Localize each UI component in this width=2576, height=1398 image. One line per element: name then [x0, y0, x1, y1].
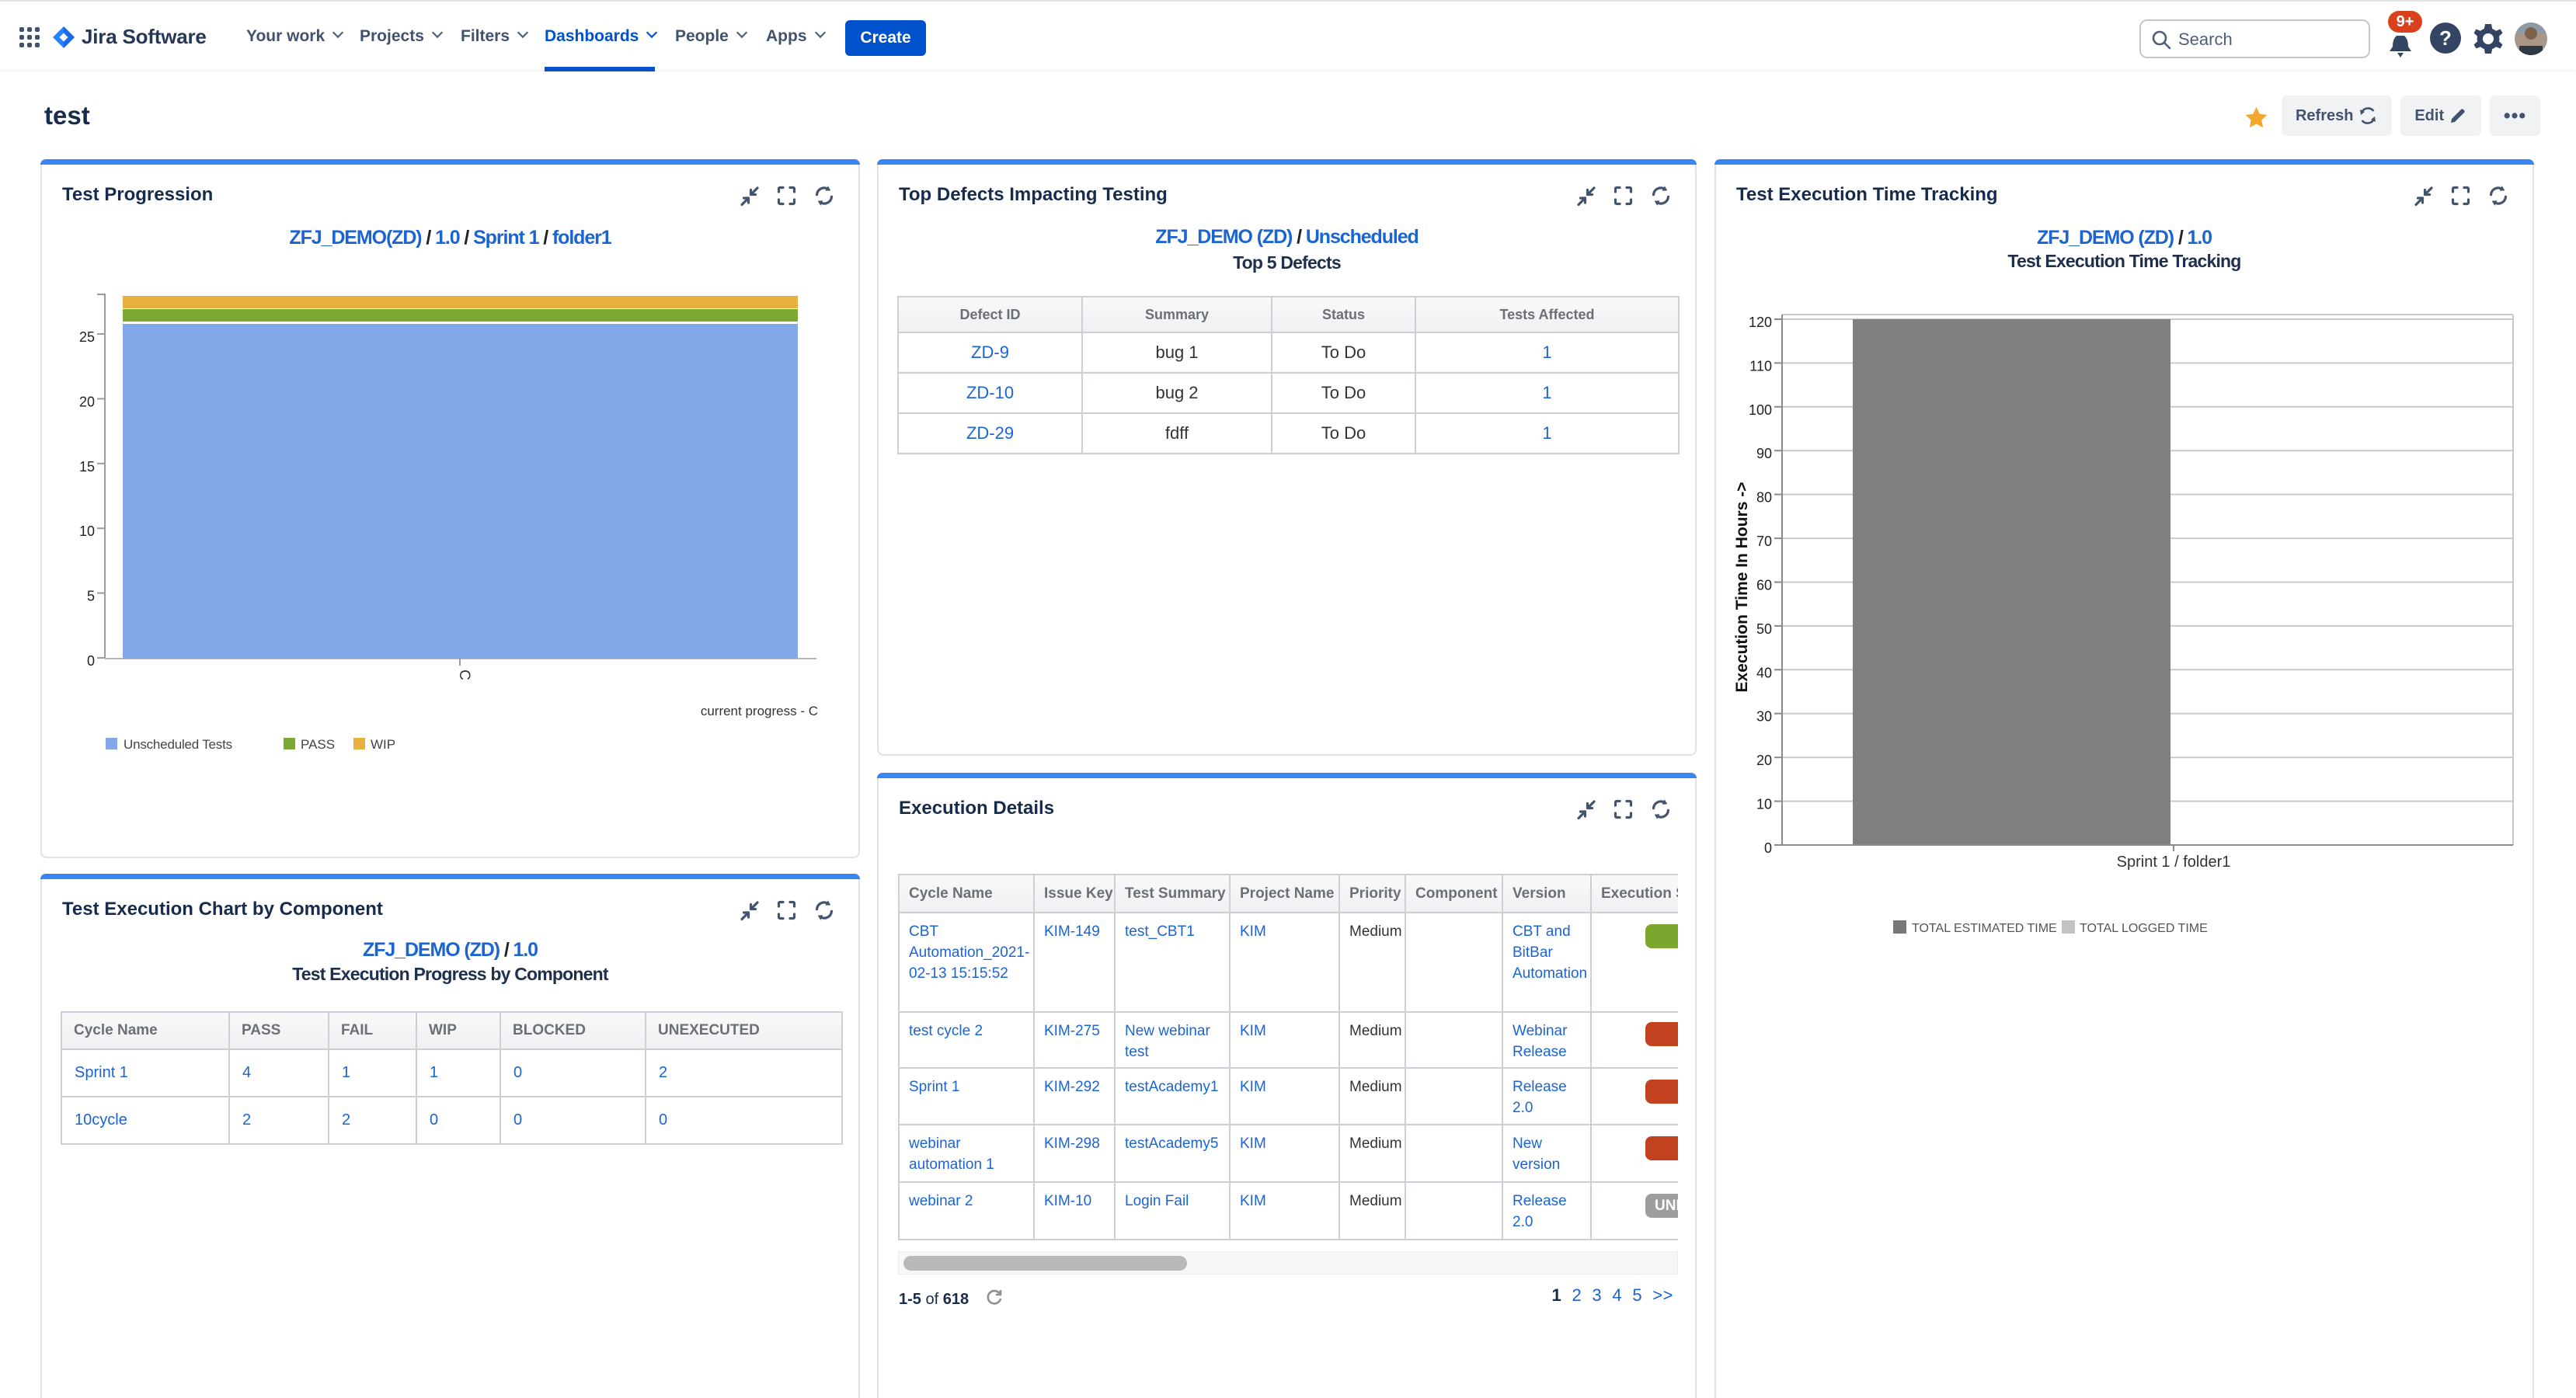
svg-text:10: 10: [1756, 797, 1772, 812]
svg-text:TOTAL ESTIMATED TIME: TOTAL ESTIMATED TIME: [1912, 922, 2057, 935]
svg-text:100: 100: [1749, 402, 1772, 418]
svg-text:80: 80: [1756, 490, 1772, 506]
svg-text:70: 70: [1756, 534, 1772, 549]
svg-text:Sprint 1 / folder1: Sprint 1 / folder1: [2117, 854, 2231, 871]
svg-text:60: 60: [1756, 578, 1772, 593]
svg-text:20: 20: [1756, 753, 1772, 768]
svg-text:5: 5: [87, 589, 95, 604]
svg-text:C: C: [456, 669, 472, 680]
svg-text:TOTAL LOGGED TIME: TOTAL LOGGED TIME: [2080, 922, 2208, 935]
svg-text:40: 40: [1756, 665, 1772, 680]
svg-text:WIP: WIP: [371, 737, 395, 752]
svg-text:0: 0: [87, 653, 95, 669]
svg-text:90: 90: [1756, 446, 1772, 461]
svg-text:current progress - C: current progress - C: [701, 704, 818, 718]
svg-text:25: 25: [79, 329, 95, 345]
svg-text:Execution Time In Hours ->: Execution Time In Hours ->: [1733, 482, 1751, 693]
svg-text:20: 20: [79, 394, 95, 409]
svg-text:10: 10: [79, 523, 95, 539]
svg-text:Unscheduled Tests: Unscheduled Tests: [124, 737, 232, 752]
svg-text:110: 110: [1749, 358, 1772, 374]
svg-text:120: 120: [1749, 315, 1772, 330]
svg-text:PASS: PASS: [301, 737, 335, 752]
svg-text:15: 15: [79, 459, 95, 475]
svg-text:0: 0: [1764, 840, 1772, 856]
svg-text:50: 50: [1756, 621, 1772, 637]
svg-text:30: 30: [1756, 709, 1772, 725]
